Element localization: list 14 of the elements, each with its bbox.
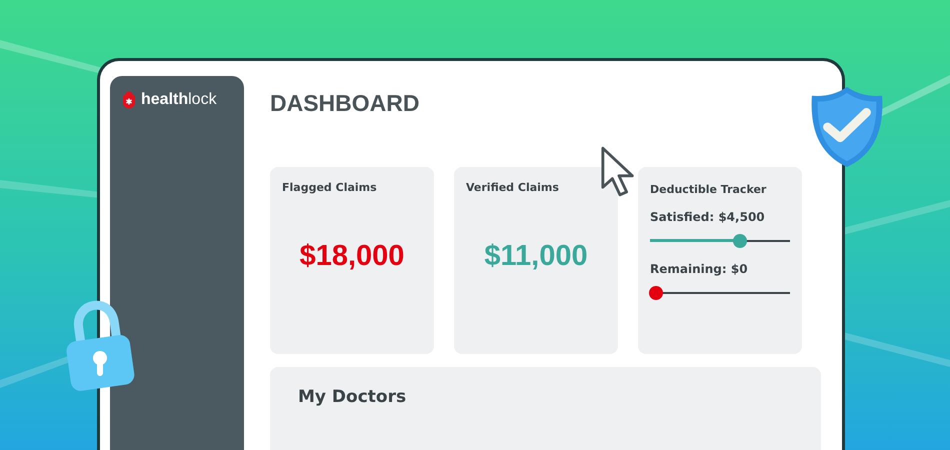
brand-name: healthlock <box>141 91 217 109</box>
claims-amount: $11,000 <box>483 240 589 273</box>
slider[interactable] <box>650 234 790 248</box>
slider-label: Remaining: $0 <box>650 262 749 276</box>
card-label: Flagged Claims <box>282 180 378 194</box>
light-ray <box>880 75 950 117</box>
slider-label: Satisfied: $4,500 <box>650 210 766 224</box>
claims-amount: $18,000 <box>298 240 406 273</box>
card-label: Deductible Tracker <box>650 182 768 196</box>
slider[interactable] <box>650 286 790 300</box>
page-title: DASHBOARD <box>270 90 420 118</box>
card-title: My Doctors <box>298 386 406 407</box>
shield-logo-icon <box>122 91 136 109</box>
card-label: Verified Claims <box>466 180 560 194</box>
